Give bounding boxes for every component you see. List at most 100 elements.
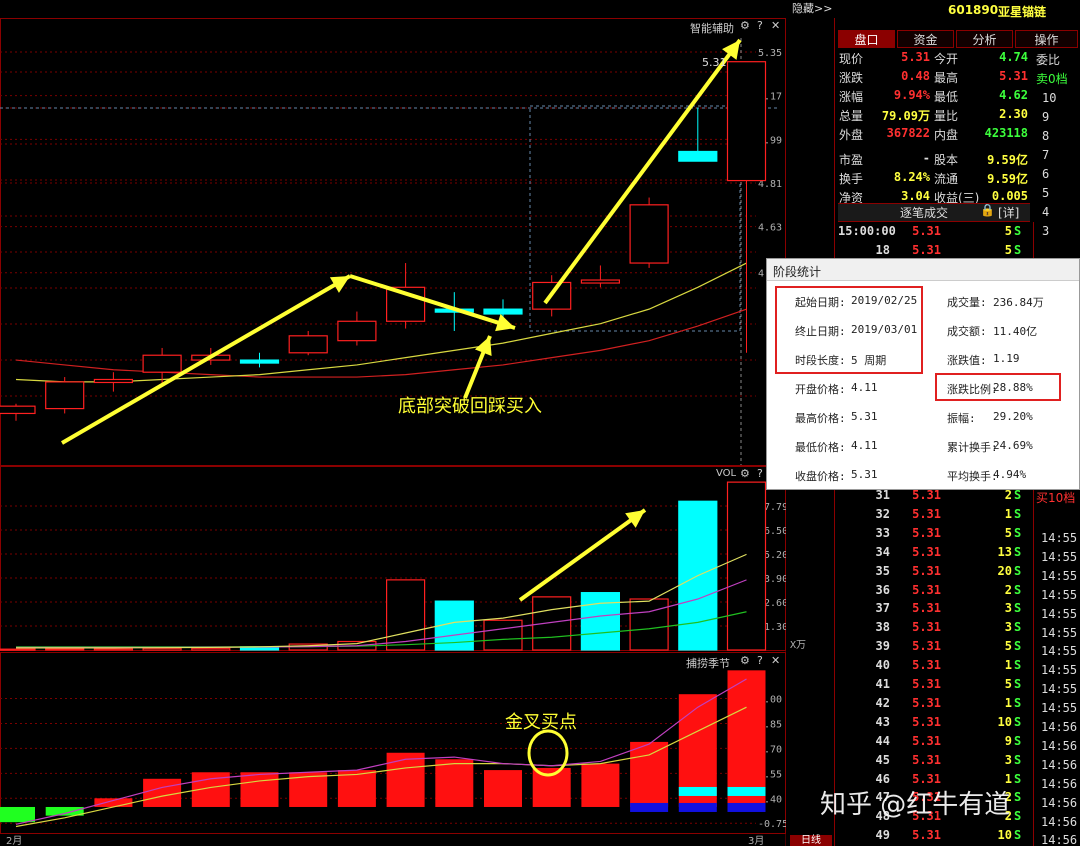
- trade-cell-s: S: [1014, 809, 1022, 824]
- indicator-settings-gear-icon[interactable]: ⚙: [740, 654, 750, 667]
- indicator-help-icon[interactable]: ?: [757, 654, 763, 667]
- trade-cell-p: 5.31: [912, 695, 941, 710]
- trade-cell-v: 2: [1004, 582, 1012, 597]
- stat-label: 开盘价格:: [795, 383, 846, 396]
- stat-value: 236.84万: [993, 296, 1044, 309]
- side-time: 14:55: [1041, 663, 1078, 678]
- trade-cell-p: 5.31: [912, 733, 941, 748]
- trade-cell-t: 37: [875, 601, 890, 616]
- ladder-level: 4: [1042, 205, 1050, 219]
- indicator-bar: [581, 763, 620, 807]
- volume-bar: [726, 481, 767, 651]
- lock-icon[interactable]: 🔒: [980, 203, 995, 217]
- trade-cell-p: 5.31: [912, 488, 941, 502]
- stat-value: 2019/03/01: [851, 323, 918, 336]
- trade-cell-s: S: [1014, 828, 1022, 843]
- ladder-level: 6: [1042, 167, 1050, 181]
- quote-value: 8.24%: [893, 170, 930, 184]
- ladder-level: 8: [1042, 129, 1050, 143]
- indicator-blue-block: [678, 802, 717, 812]
- side-time: 14:56: [1041, 795, 1078, 810]
- trade-cell-s: S: [1014, 771, 1022, 786]
- trade-cell-p: 5.31: [912, 601, 941, 616]
- candlestick-chart[interactable]: 5.355.174.994.814.634.4467.7956.5045.203…: [0, 18, 786, 846]
- trade-cell-p: 5.31: [912, 544, 941, 559]
- trade-cell-s: S: [1014, 733, 1022, 748]
- tab-2[interactable]: 分析: [956, 30, 1013, 48]
- side-time: 14:55: [1041, 549, 1078, 564]
- tab-1[interactable]: 资金: [897, 30, 954, 48]
- trade-cell-t: 34: [875, 544, 890, 559]
- trade-cell-v: 5: [1004, 639, 1012, 654]
- stat-label: 收盘价格:: [795, 470, 846, 483]
- quote-value: 3.04: [901, 189, 930, 203]
- trade-cell-p: 5.31: [912, 506, 941, 521]
- trade-cell-v: 1: [1004, 695, 1012, 710]
- side-time: 14:56: [1041, 720, 1078, 734]
- indicator-bar: [143, 778, 182, 807]
- trade-cell-s: S: [1014, 563, 1022, 578]
- main-chart-title: 智能辅助: [690, 22, 734, 35]
- close-icon[interactable]: ✕: [771, 19, 780, 32]
- trade-cell-p: 5.31: [912, 752, 941, 767]
- quote-value: 9.59亿: [987, 153, 1028, 167]
- trade-cell-v: 5: [1004, 243, 1012, 257]
- stat-label: 时段长度:: [795, 354, 846, 367]
- x-axis-month-label: 3月: [748, 835, 764, 846]
- quote-value: 367822: [886, 126, 930, 140]
- hide-panel-button[interactable]: 隐藏>>: [792, 0, 832, 16]
- candle-body: [580, 279, 621, 284]
- trade-cell-s: S: [1014, 677, 1022, 691]
- trade-cell-p: 5.31: [912, 243, 941, 257]
- trade-cell-t: 49: [875, 828, 890, 843]
- tab-0[interactable]: 盘口: [838, 30, 895, 48]
- period-tab[interactable]: 日线: [790, 835, 832, 846]
- indicator-close-icon[interactable]: ✕: [771, 654, 780, 667]
- indicator-bar: [386, 752, 425, 807]
- indicator-cyan-block: [678, 786, 717, 796]
- vol-arrow-head: [625, 510, 645, 528]
- stage-stats-popup[interactable]: 阶段统计 起始日期: 2019/02/25 终止日期: 2019/03/01 时段长度:…: [766, 258, 1080, 490]
- indicator-chart-title: 捕捞季节: [686, 657, 730, 670]
- side-time: 14:56: [1041, 776, 1078, 791]
- stat-label: 平均换手:: [947, 470, 998, 483]
- trade-cell-t: 45: [875, 752, 890, 767]
- vol-settings-gear-icon[interactable]: ⚙: [740, 467, 750, 480]
- side-time: 14:55: [1041, 531, 1078, 545]
- stat-value: 4.11: [851, 439, 878, 452]
- trade-cell-p: 5.31: [912, 677, 941, 691]
- stat-value: 2019/02/25: [851, 294, 918, 307]
- trade-cell-s: S: [1014, 658, 1022, 673]
- quote-value: 79.09万: [881, 109, 930, 123]
- side-time: 14:55: [1041, 625, 1078, 640]
- trade-cell-v: 13: [997, 544, 1012, 559]
- golden-cross-annotation: 金叉买点: [505, 712, 577, 733]
- settings-gear-icon[interactable]: ⚙: [740, 19, 750, 32]
- quote-value: 9.94%: [893, 88, 930, 102]
- stat-label: 成交量:: [947, 296, 987, 309]
- help-icon[interactable]: ?: [757, 19, 763, 32]
- ladder-level: 10: [1042, 91, 1057, 105]
- vol-help-icon[interactable]: ?: [757, 467, 763, 480]
- trade-cell-v: 1: [1004, 658, 1012, 673]
- tab-3[interactable]: 操作: [1015, 30, 1078, 48]
- trade-cell-t: 15:00:00: [838, 224, 896, 238]
- stat-label: 涨跌比例:: [947, 383, 998, 396]
- trend-arrow-2: [349, 274, 516, 330]
- trade-cell-t: 35: [875, 563, 890, 578]
- trade-detail-link[interactable]: [详]: [998, 204, 1019, 221]
- volume-bar: [191, 647, 231, 651]
- trade-cell-s: S: [1014, 544, 1022, 559]
- trade-cell-s: S: [1014, 488, 1022, 502]
- price-tick-label: 4.63: [758, 223, 782, 234]
- trade-cell-t: 39: [875, 639, 890, 654]
- indicator-cyan-block: [727, 786, 766, 796]
- indicator-blue-block: [727, 802, 766, 812]
- trade-cell-t: 43: [875, 714, 890, 729]
- candle-body: [629, 204, 669, 264]
- trade-cell-t: 31: [875, 488, 890, 502]
- ladder-level: 3: [1042, 224, 1050, 238]
- trade-cell-v: 10: [997, 828, 1012, 843]
- trade-cell-v: 1: [1004, 506, 1012, 521]
- trade-cell-t: 18: [875, 243, 890, 257]
